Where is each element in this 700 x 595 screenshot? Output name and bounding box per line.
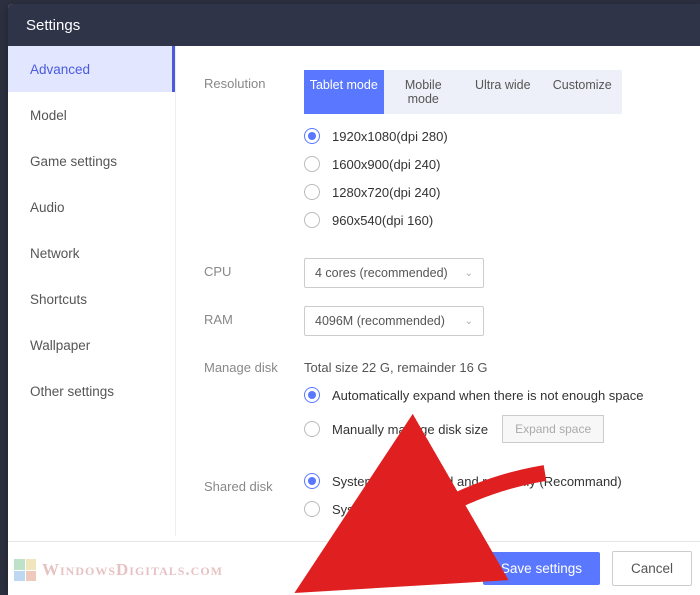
resolution-option-1920[interactable]: 1920x1080(dpi 280) [304, 128, 682, 144]
resolution-option-1280[interactable]: 1280x720(dpi 240) [304, 184, 682, 200]
tab-mobile-mode[interactable]: Mobile mode [384, 70, 464, 114]
row-shared-disk: Shared disk System.vmdk shared and read … [204, 473, 682, 529]
sidebar-item-other-settings[interactable]: Other settings [8, 368, 175, 414]
chevron-down-icon: ⌄ [465, 316, 473, 327]
radio-icon [304, 184, 320, 200]
sidebar-item-wallpaper[interactable]: Wallpaper [8, 322, 175, 368]
sidebar-item-shortcuts[interactable]: Shortcuts [8, 276, 175, 322]
disk-option-manual[interactable]: Manually manage disk size Expand space [304, 415, 682, 443]
resolution-label: Resolution [204, 70, 304, 91]
resolution-option-960[interactable]: 960x540(dpi 160) [304, 212, 682, 228]
cpu-select[interactable]: 4 cores (recommended) ⌄ [304, 258, 484, 288]
manage-disk-label: Manage disk [204, 354, 304, 375]
radio-icon [304, 387, 320, 403]
disk-option-auto[interactable]: Automatically expand when there is not e… [304, 387, 682, 403]
sidebar-item-network[interactable]: Network [8, 230, 175, 276]
row-resolution: Resolution Tablet mode Mobile mode Ultra… [204, 70, 682, 240]
disk-info: Total size 22 G, remainder 16 G [304, 354, 682, 375]
sidebar-item-model[interactable]: Model [8, 92, 175, 138]
sidebar: Advanced Model Game settings Audio Netwo… [8, 46, 176, 536]
row-ram: RAM 4096M (recommended) ⌄ [204, 306, 682, 336]
tab-customize[interactable]: Customize [543, 70, 623, 114]
cpu-value: 4 cores (recommended) [315, 266, 448, 280]
radio-icon [304, 212, 320, 228]
settings-window: Settings Advanced Model Game settings Au… [8, 4, 700, 595]
shared-disk-label: Shared disk [204, 473, 304, 494]
watermark-text: WindowsDigitals.com [42, 560, 223, 580]
sidebar-item-advanced[interactable]: Advanced [8, 46, 175, 92]
titlebar: Settings [8, 4, 700, 46]
window-title: Settings [26, 17, 80, 34]
resolution-options: 1920x1080(dpi 280) 1600x900(dpi 240) 128… [304, 128, 682, 228]
chevron-down-icon: ⌄ [465, 268, 473, 279]
ram-label: RAM [204, 306, 304, 327]
save-settings-button[interactable]: Save settings [483, 552, 600, 585]
ram-value: 4096M (recommended) [315, 314, 445, 328]
watermark: WindowsDigitals.com [14, 559, 223, 581]
radio-icon [304, 421, 320, 437]
shared-disk-option-readonly[interactable]: System.vmdk shared and read only (Recomm… [304, 473, 682, 489]
radio-icon [304, 128, 320, 144]
ram-select[interactable]: 4096M (recommended) ⌄ [304, 306, 484, 336]
content-panel: Resolution Tablet mode Mobile mode Ultra… [176, 46, 700, 536]
resolution-tabbar: Tablet mode Mobile mode Ultra wide Custo… [304, 70, 622, 114]
radio-icon [304, 501, 320, 517]
shared-disk-option-writable[interactable]: System.vmdk writable [304, 501, 682, 517]
row-manage-disk: Manage disk Total size 22 G, remainder 1… [204, 354, 682, 455]
tab-ultra-wide[interactable]: Ultra wide [463, 70, 543, 114]
resolution-option-1600[interactable]: 1600x900(dpi 240) [304, 156, 682, 172]
cancel-button[interactable]: Cancel [612, 551, 692, 586]
window-body: Advanced Model Game settings Audio Netwo… [8, 46, 700, 536]
radio-icon [304, 156, 320, 172]
sidebar-item-game-settings[interactable]: Game settings [8, 138, 175, 184]
expand-space-button: Expand space [502, 415, 604, 443]
tab-tablet-mode[interactable]: Tablet mode [304, 70, 384, 114]
cpu-label: CPU [204, 258, 304, 279]
row-cpu: CPU 4 cores (recommended) ⌄ [204, 258, 682, 288]
sidebar-item-audio[interactable]: Audio [8, 184, 175, 230]
watermark-icon [14, 559, 36, 581]
radio-icon [304, 473, 320, 489]
